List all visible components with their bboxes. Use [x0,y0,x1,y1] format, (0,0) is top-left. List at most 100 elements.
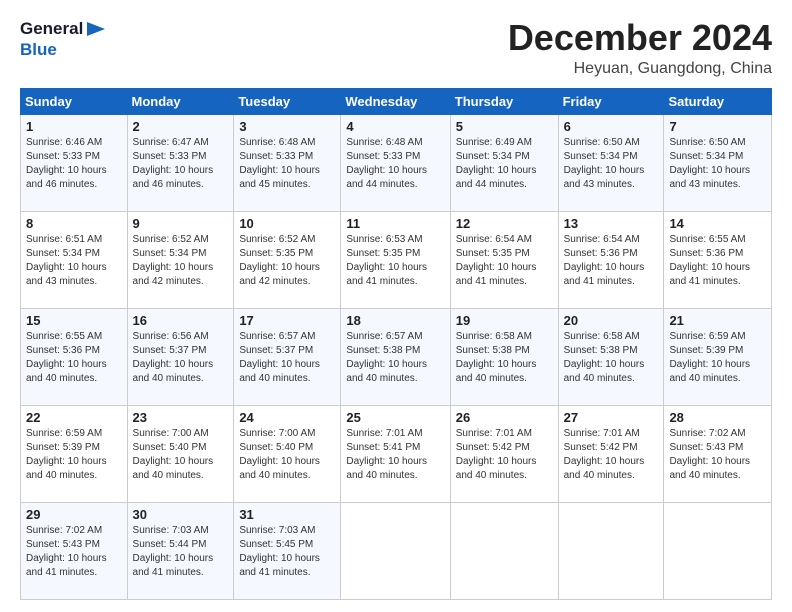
table-row: 17Sunrise: 6:57 AM Sunset: 5:37 PM Dayli… [234,308,341,405]
day-info: Sunrise: 7:00 AM Sunset: 5:40 PM Dayligh… [239,427,335,483]
day-number: 8 [26,216,122,231]
table-row: 5Sunrise: 6:49 AM Sunset: 5:34 PM Daylig… [450,114,558,211]
calendar-week-row: 22 Sunrise: 6:59 AM Sunset: 5:39 PM Dayli… [21,405,772,502]
table-row [341,502,450,599]
table-row: 24 Sunrise: 7:00 AM Sunset: 5:40 PM Dayli… [234,405,341,502]
calendar-week-row: 1Sunrise: 6:46 AM Sunset: 5:33 PM Daylig… [21,114,772,211]
day-number: 22 [26,410,122,425]
header-saturday: Saturday [664,88,772,114]
day-number: 30 [133,507,229,522]
calendar-week-row: 29 Sunrise: 7:02 AM Sunset: 5:43 PM Dayli… [21,502,772,599]
logo-arrow-icon [85,18,107,40]
title-block: December 2024 Heyuan, Guangdong, China [508,18,772,78]
table-row: 7Sunrise: 6:50 AM Sunset: 5:34 PM Daylig… [664,114,772,211]
day-info: Sunrise: 6:57 AM Sunset: 5:37 PM Dayligh… [239,330,335,386]
table-row: 21Sunrise: 6:59 AM Sunset: 5:39 PM Dayli… [664,308,772,405]
table-row: 30 Sunrise: 7:03 AM Sunset: 5:44 PM Dayli… [127,502,234,599]
month-title: December 2024 [508,18,772,58]
table-row: 2 Sunrise: 6:47 AM Sunset: 5:33 PM Daylig… [127,114,234,211]
calendar-week-row: 15 Sunrise: 6:55 AM Sunset: 5:36 PM Dayli… [21,308,772,405]
table-row: 25 Sunrise: 7:01 AM Sunset: 5:41 PM Dayli… [341,405,450,502]
table-row: 15 Sunrise: 6:55 AM Sunset: 5:36 PM Dayli… [21,308,128,405]
table-row: 10 Sunrise: 6:52 AM Sunset: 5:35 PM Dayli… [234,211,341,308]
day-number: 13 [564,216,659,231]
table-row: 16 Sunrise: 6:56 AM Sunset: 5:37 PM Dayli… [127,308,234,405]
day-info: Sunrise: 6:59 AM Sunset: 5:39 PM Dayligh… [669,330,766,386]
day-info: Sunrise: 6:47 AM Sunset: 5:33 PM Dayligh… [133,136,229,192]
day-number: 29 [26,507,122,522]
day-info: Sunrise: 6:46 AM Sunset: 5:33 PM Dayligh… [26,136,122,192]
table-row: 14 Sunrise: 6:55 AM Sunset: 5:36 PM Dayli… [664,211,772,308]
day-info: Sunrise: 6:54 AM Sunset: 5:35 PM Dayligh… [456,233,553,289]
day-info: Sunrise: 6:55 AM Sunset: 5:36 PM Dayligh… [26,330,122,386]
day-number: 14 [669,216,766,231]
day-number: 4 [346,119,444,134]
header: General Blue December 2024 Heyuan, Guang… [20,18,772,78]
day-number: 28 [669,410,766,425]
page: General Blue December 2024 Heyuan, Guang… [0,0,792,612]
table-row: 19 Sunrise: 6:58 AM Sunset: 5:38 PM Dayli… [450,308,558,405]
day-number: 27 [564,410,659,425]
day-number: 15 [26,313,122,328]
table-row: 13Sunrise: 6:54 AM Sunset: 5:36 PM Dayli… [558,211,664,308]
day-number: 20 [564,313,659,328]
day-number: 11 [346,216,444,231]
day-info: Sunrise: 6:58 AM Sunset: 5:38 PM Dayligh… [456,330,553,386]
day-number: 19 [456,313,553,328]
day-info: Sunrise: 6:53 AM Sunset: 5:35 PM Dayligh… [346,233,444,289]
day-info: Sunrise: 7:02 AM Sunset: 5:43 PM Dayligh… [669,427,766,483]
header-sunday: Sunday [21,88,128,114]
table-row: 31Sunrise: 7:03 AM Sunset: 5:45 PM Dayli… [234,502,341,599]
day-info: Sunrise: 7:01 AM Sunset: 5:42 PM Dayligh… [564,427,659,483]
header-wednesday: Wednesday [341,88,450,114]
header-monday: Monday [127,88,234,114]
day-number: 26 [456,410,553,425]
table-row: 1Sunrise: 6:46 AM Sunset: 5:33 PM Daylig… [21,114,128,211]
day-number: 31 [239,507,335,522]
logo-blue: Blue [20,40,107,60]
table-row: 18 Sunrise: 6:57 AM Sunset: 5:38 PM Dayli… [341,308,450,405]
day-info: Sunrise: 7:03 AM Sunset: 5:44 PM Dayligh… [133,524,229,580]
day-number: 23 [133,410,229,425]
table-row: 11 Sunrise: 6:53 AM Sunset: 5:35 PM Dayli… [341,211,450,308]
table-row: 4Sunrise: 6:48 AM Sunset: 5:33 PM Daylig… [341,114,450,211]
day-info: Sunrise: 7:02 AM Sunset: 5:43 PM Dayligh… [26,524,122,580]
day-number: 18 [346,313,444,328]
day-number: 12 [456,216,553,231]
day-info: Sunrise: 6:59 AM Sunset: 5:39 PM Dayligh… [26,427,122,483]
day-info: Sunrise: 6:55 AM Sunset: 5:36 PM Dayligh… [669,233,766,289]
table-row: 6Sunrise: 6:50 AM Sunset: 5:34 PM Daylig… [558,114,664,211]
day-info: Sunrise: 7:01 AM Sunset: 5:42 PM Dayligh… [456,427,553,483]
day-info: Sunrise: 6:52 AM Sunset: 5:34 PM Dayligh… [133,233,229,289]
day-info: Sunrise: 7:01 AM Sunset: 5:41 PM Dayligh… [346,427,444,483]
table-row: 26 Sunrise: 7:01 AM Sunset: 5:42 PM Dayli… [450,405,558,502]
day-info: Sunrise: 6:48 AM Sunset: 5:33 PM Dayligh… [239,136,335,192]
table-row: 12 Sunrise: 6:54 AM Sunset: 5:35 PM Dayli… [450,211,558,308]
calendar-header-row: Sunday Monday Tuesday Wednesday Thursday… [21,88,772,114]
day-info: Sunrise: 6:56 AM Sunset: 5:37 PM Dayligh… [133,330,229,386]
day-number: 6 [564,119,659,134]
day-info: Sunrise: 7:00 AM Sunset: 5:40 PM Dayligh… [133,427,229,483]
table-row: 28 Sunrise: 7:02 AM Sunset: 5:43 PM Dayli… [664,405,772,502]
table-row [558,502,664,599]
day-info: Sunrise: 6:57 AM Sunset: 5:38 PM Dayligh… [346,330,444,386]
day-number: 5 [456,119,553,134]
location: Heyuan, Guangdong, China [508,60,772,78]
day-number: 24 [239,410,335,425]
day-number: 25 [346,410,444,425]
calendar-week-row: 8 Sunrise: 6:51 AM Sunset: 5:34 PM Daylig… [21,211,772,308]
day-number: 2 [133,119,229,134]
logo: General Blue [20,18,107,60]
table-row: 9Sunrise: 6:52 AM Sunset: 5:34 PM Daylig… [127,211,234,308]
day-info: Sunrise: 6:58 AM Sunset: 5:38 PM Dayligh… [564,330,659,386]
table-row [450,502,558,599]
calendar-table: Sunday Monday Tuesday Wednesday Thursday… [20,88,772,600]
day-info: Sunrise: 6:52 AM Sunset: 5:35 PM Dayligh… [239,233,335,289]
day-info: Sunrise: 6:51 AM Sunset: 5:34 PM Dayligh… [26,233,122,289]
table-row: 29 Sunrise: 7:02 AM Sunset: 5:43 PM Dayli… [21,502,128,599]
day-number: 10 [239,216,335,231]
header-tuesday: Tuesday [234,88,341,114]
table-row: 22 Sunrise: 6:59 AM Sunset: 5:39 PM Dayli… [21,405,128,502]
logo-general: General [20,19,83,39]
day-number: 16 [133,313,229,328]
